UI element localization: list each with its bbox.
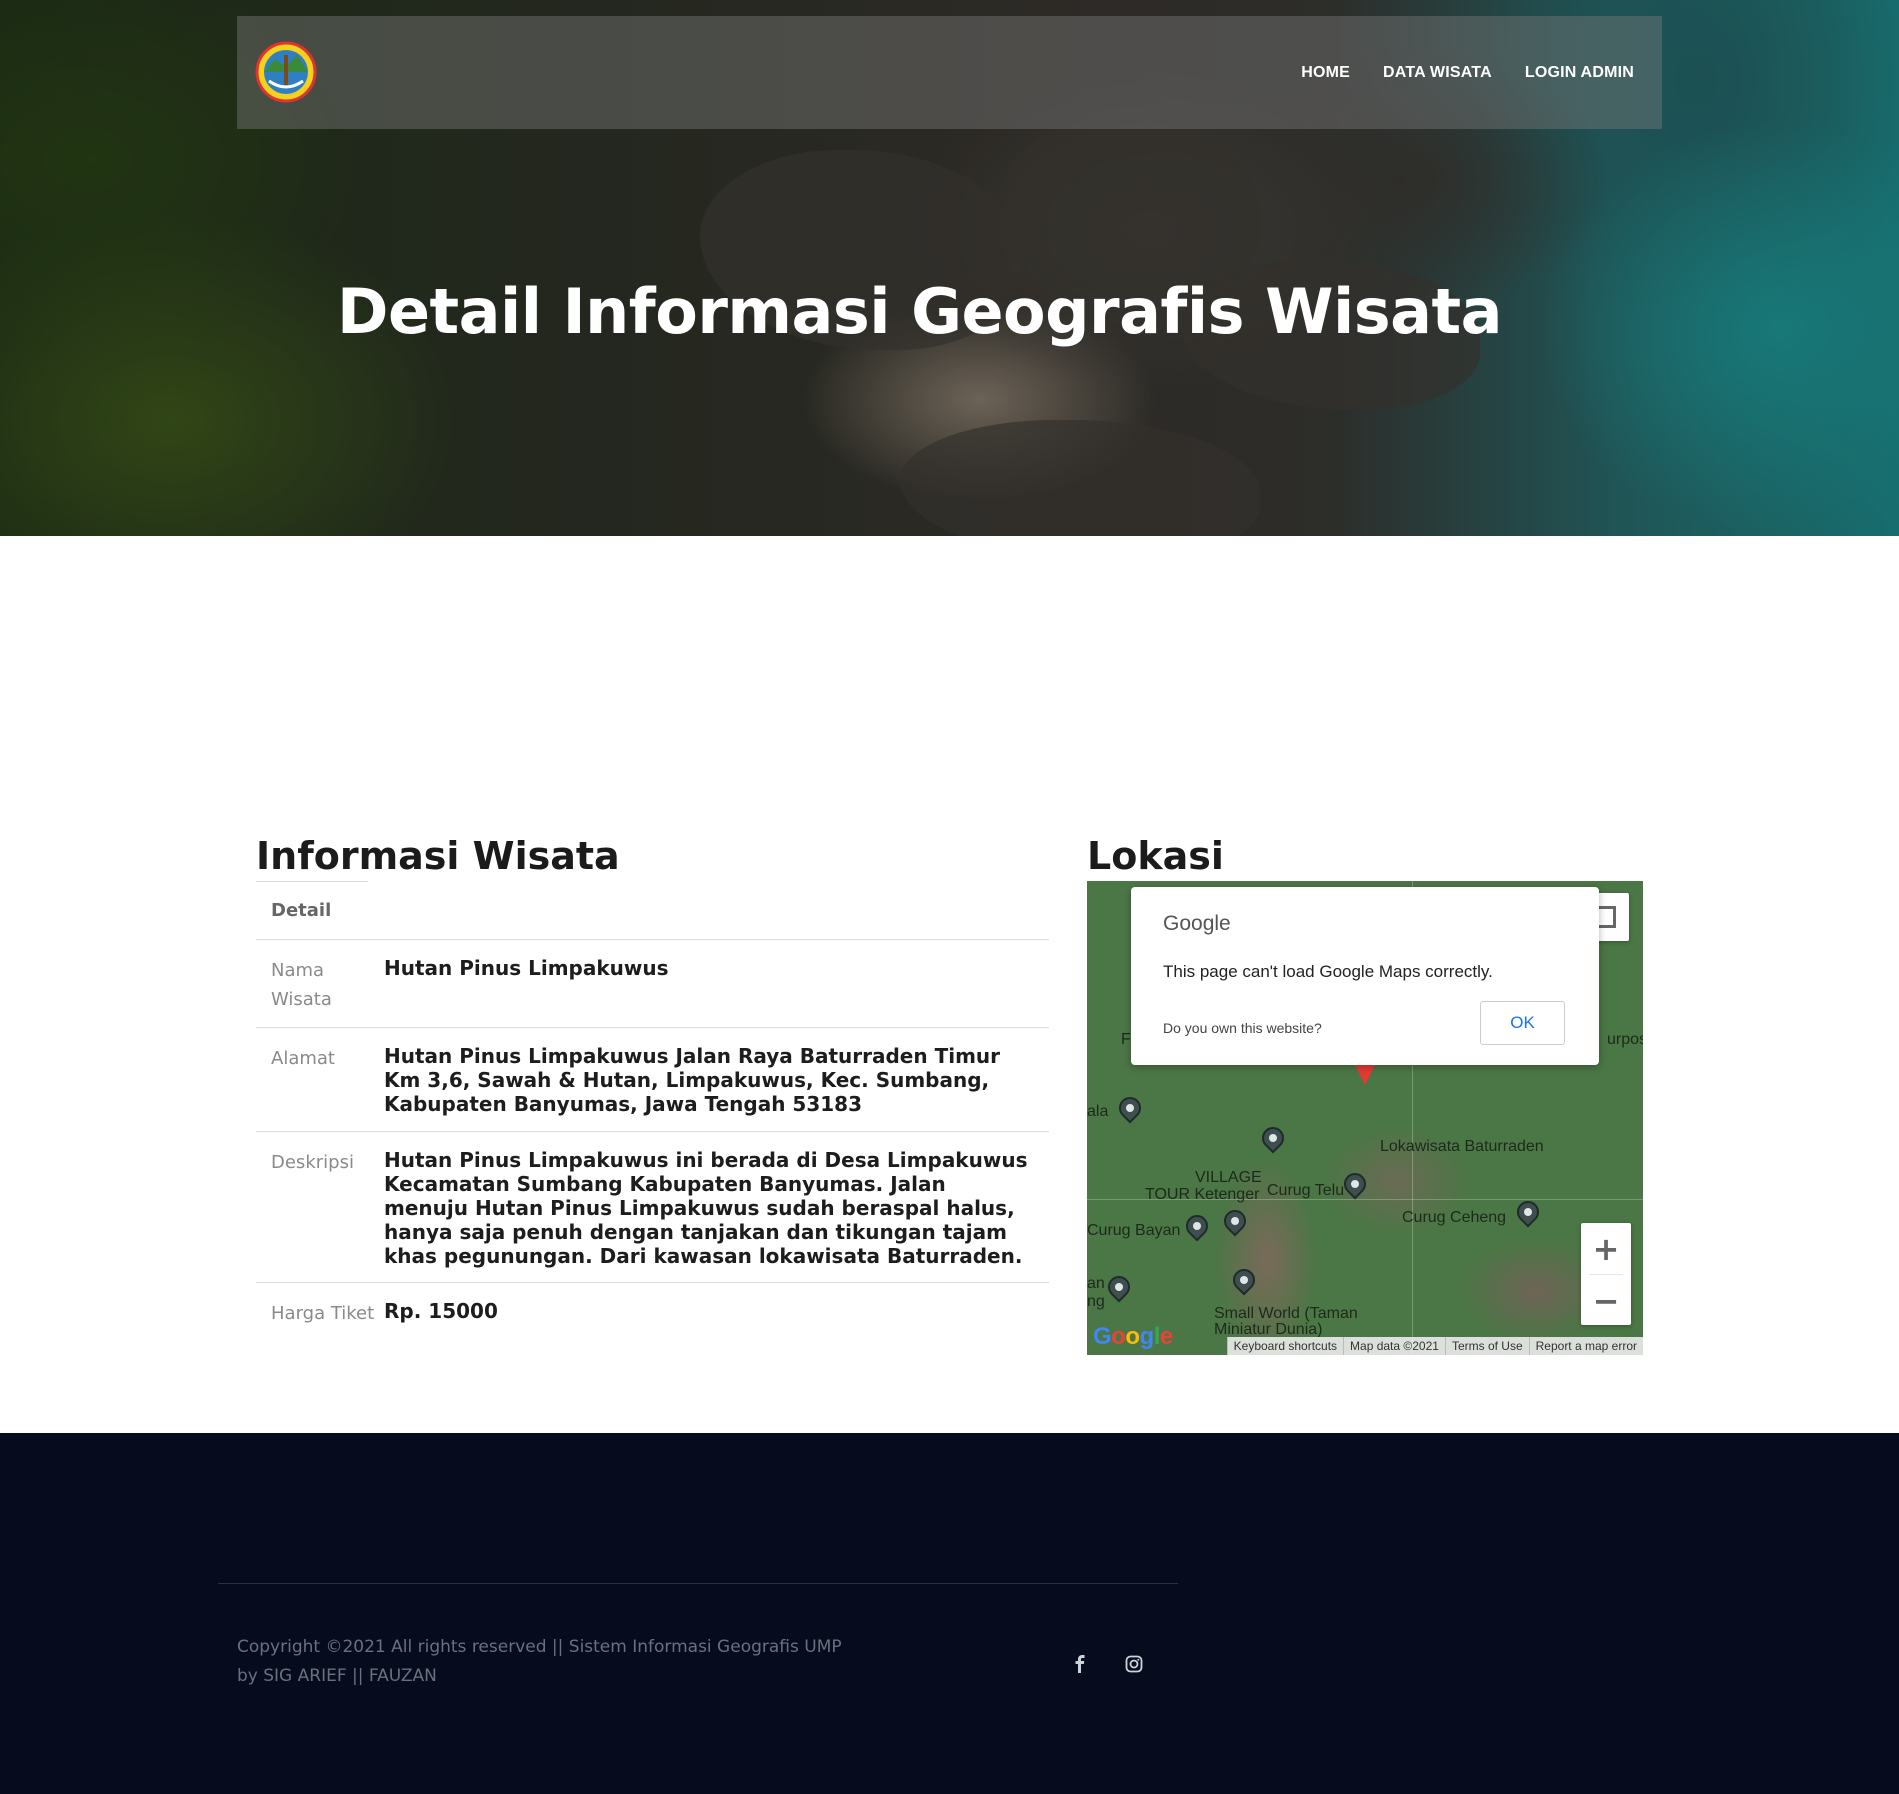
map-attribution-bar: Keyboard shortcuts Map data ©2021 Terms … [1226, 1337, 1643, 1355]
info-title-underline [256, 881, 368, 882]
table-row: Nama Wisata Hutan Pinus Limpakuwus [256, 940, 1049, 1028]
map-label: urpos [1607, 1031, 1643, 1048]
navbar: HOME DATA WISATA LOGIN ADMIN [237, 16, 1662, 129]
info-table: Detail Nama Wisata Hutan Pinus Limpakuwu… [256, 886, 1049, 1365]
nav-login-admin[interactable]: LOGIN ADMIN [1525, 64, 1634, 82]
hero-banner: HOME DATA WISATA LOGIN ADMIN Detail Info… [0, 0, 1899, 536]
info-title: Informasi Wisata [256, 834, 620, 878]
dialog-brand: Google [1163, 912, 1231, 935]
nav-home[interactable]: HOME [1301, 64, 1350, 82]
map-label: VILLAGE [1195, 1169, 1262, 1186]
zoom-control: + − [1581, 1223, 1631, 1325]
hero-rock [1000, 120, 1260, 300]
zoom-in-button[interactable]: + [1581, 1223, 1631, 1274]
dialog-message: This page can't load Google Maps correct… [1163, 962, 1493, 981]
footer: Copyright ©2021 All rights reserved || S… [0, 1433, 1899, 1794]
copyright-line-1: Copyright ©2021 All rights reserved || S… [237, 1637, 842, 1657]
info-table-header-label: Detail [271, 900, 332, 921]
map[interactable]: Lokawisata Baturraden VILLAGE TOUR Keten… [1087, 881, 1643, 1355]
map-label: an [1087, 1275, 1105, 1292]
nav-links: HOME DATA WISATA LOGIN ADMIN [1301, 16, 1634, 129]
map-label: F [1121, 1031, 1131, 1048]
row-label: Harga Tiket [271, 1303, 375, 1324]
map-label: ala [1087, 1103, 1109, 1120]
terms-of-use-link[interactable]: Terms of Use [1444, 1337, 1529, 1355]
site-logo[interactable] [255, 41, 317, 103]
map-label: TOUR Ketenger [1145, 1186, 1260, 1203]
facebook-icon[interactable] [1067, 1651, 1093, 1677]
row-value: Hutan Pinus Limpakuwus ini berada di Des… [384, 1148, 1028, 1268]
maps-error-dialog: Google This page can't load Google Maps … [1131, 887, 1599, 1065]
table-row: Deskripsi Hutan Pinus Limpakuwus ini ber… [256, 1132, 1049, 1283]
instagram-icon[interactable] [1121, 1651, 1147, 1677]
nav-data-wisata[interactable]: DATA WISATA [1383, 64, 1492, 82]
map-label: Curug Ceheng [1402, 1209, 1507, 1226]
report-map-error-link[interactable]: Report a map error [1528, 1337, 1643, 1355]
row-label: Alamat [271, 1048, 335, 1069]
table-row: Alamat Hutan Pinus Limpakuwus Jalan Raya… [256, 1028, 1049, 1132]
google-logo[interactable]: Google [1093, 1323, 1173, 1351]
map-label: Curug Telu [1267, 1182, 1345, 1199]
dialog-ok-button[interactable]: OK [1480, 1001, 1565, 1045]
dialog-own-site[interactable]: Do you own this website? [1163, 1020, 1322, 1036]
footer-divider [218, 1583, 1178, 1584]
map-data-label: Map data ©2021 [1343, 1337, 1445, 1355]
info-table-header: Detail [256, 886, 1049, 940]
row-label: Deskripsi [271, 1152, 354, 1173]
row-value: Rp. 15000 [384, 1299, 498, 1323]
map-label: ng [1087, 1293, 1105, 1310]
footer-copyright: Copyright ©2021 All rights reserved || S… [237, 1633, 842, 1691]
hero-title: Detail Informasi Geografis Wisata [336, 275, 1503, 348]
zoom-out-button[interactable]: − [1581, 1275, 1631, 1326]
row-value: Hutan Pinus Limpakuwus Jalan Raya Baturr… [384, 1044, 1001, 1116]
row-label: Nama Wisata [271, 960, 332, 1010]
fullscreen-icon [1604, 916, 1616, 928]
copyright-line-2: by SIG ARIEF || FAUZAN [237, 1666, 437, 1686]
hero-rock [900, 420, 1260, 536]
row-value: Hutan Pinus Limpakuwus [384, 956, 669, 980]
map-label: Curug Bayan [1087, 1222, 1181, 1239]
map-label: Lokawisata Baturraden [1380, 1138, 1544, 1155]
table-row: Harga Tiket Rp. 15000 [256, 1283, 1049, 1365]
location-title: Lokasi [1087, 834, 1224, 878]
keyboard-shortcuts-link[interactable]: Keyboard shortcuts [1226, 1337, 1343, 1355]
